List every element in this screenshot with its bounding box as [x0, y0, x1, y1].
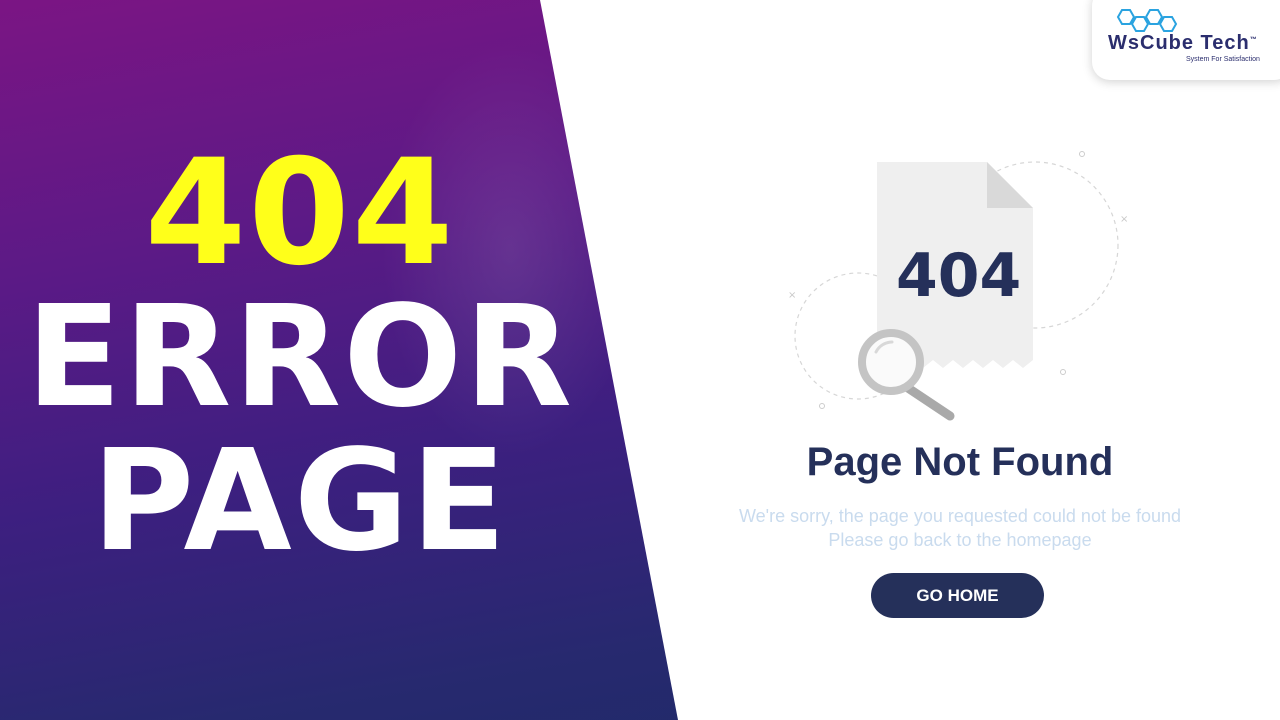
- headline-404: 404: [144, 128, 456, 298]
- document-404-text: 404: [896, 241, 1022, 311]
- decor-cross-1: ×: [788, 290, 796, 301]
- homepage-hint-text: Please go back to the homepage: [828, 530, 1092, 550]
- decor-dot-1: [1079, 151, 1085, 157]
- hexagon-logo-icon: [1116, 9, 1178, 32]
- decor-dot-2: [1060, 369, 1066, 375]
- logo-wordmark: WsCube Tech™: [1108, 32, 1258, 55]
- decor-dot-3: [819, 403, 825, 409]
- logo-trademark: ™: [1249, 36, 1258, 44]
- page-not-found-title: Page Not Found: [806, 440, 1114, 484]
- decor-cross-2: ×: [1120, 214, 1128, 225]
- thumbnail-canvas: 404 ERROR PAGE WsCube Tech™ System For S…: [0, 0, 1280, 720]
- apology-text: We're sorry, the page you requested coul…: [738, 506, 1182, 526]
- logo-tagline: System For Satisfaction: [1186, 56, 1260, 63]
- logo-name: WsCube Tech: [1108, 32, 1250, 54]
- brand-logo: WsCube Tech™ System For Satisfaction: [1092, 0, 1280, 80]
- headline-page: PAGE: [91, 420, 509, 583]
- go-home-button[interactable]: GO HOME: [871, 573, 1044, 618]
- headline-error: ERROR: [25, 276, 575, 439]
